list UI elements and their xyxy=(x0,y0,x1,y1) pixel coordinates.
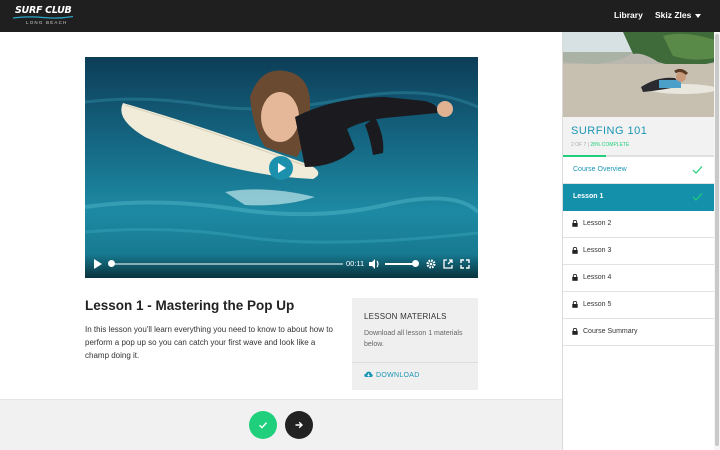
logo-title: SURF CLUB xyxy=(15,5,72,16)
bottom-action-bar xyxy=(0,399,562,450)
progress-separator: | xyxy=(587,142,589,148)
arrow-right-icon xyxy=(295,421,303,429)
video-time: 00:11 xyxy=(346,259,365,268)
fullscreen-icon[interactable] xyxy=(460,259,470,269)
sidebar-item-label: Lesson 2 xyxy=(583,220,612,227)
logo-subtitle: LONG BEACH xyxy=(26,20,68,25)
check-icon xyxy=(692,193,703,201)
course-header: SURFING 101 2 OF 7 | 28% COMPLETE xyxy=(563,117,715,157)
sidebar-item-label: Lesson 3 xyxy=(583,247,612,254)
sidebar-item-label: Lesson 1 xyxy=(573,193,604,200)
lesson-title: Lesson 1 - Mastering the Pop Up xyxy=(85,298,295,313)
page-scrollbar[interactable] xyxy=(714,32,720,450)
materials-title: LESSON MATERIALS xyxy=(364,312,447,321)
nav-library-link[interactable]: Library xyxy=(614,10,643,20)
progress-count: 2 OF 7 xyxy=(571,142,587,148)
lock-icon xyxy=(572,220,578,227)
sidebar-item-course-summary[interactable]: Course Summary xyxy=(563,319,714,346)
progress-percent: 28% COMPLETE xyxy=(590,142,630,148)
logo-wave-icon xyxy=(13,16,73,19)
seek-handle[interactable] xyxy=(108,260,115,267)
settings-gear-icon[interactable] xyxy=(426,259,436,269)
next-lesson-button[interactable] xyxy=(285,411,313,439)
play-icon[interactable] xyxy=(94,259,102,269)
sidebar-item-lesson-1[interactable]: Lesson 1 xyxy=(563,184,714,211)
lesson-description: In this lesson you'll learn everything y… xyxy=(85,325,333,360)
course-thumbnail-image xyxy=(563,32,715,117)
lock-icon xyxy=(572,301,578,308)
sidebar-item-lesson-2[interactable]: Lesson 2 xyxy=(563,211,714,238)
sidebar-item-lesson-3[interactable]: Lesson 3 xyxy=(563,238,714,265)
popout-icon[interactable] xyxy=(443,259,453,269)
play-overlay-button[interactable] xyxy=(269,156,293,180)
sidebar-item-label: Lesson 4 xyxy=(583,274,612,281)
surf-club-logo[interactable]: SURF CLUB LONG BEACH xyxy=(13,5,73,27)
course-progress-text: 2 OF 7 | 28% COMPLETE xyxy=(571,142,629,148)
video-controls: 00:11 xyxy=(85,254,478,278)
sidebar-item-lesson-5[interactable]: Lesson 5 xyxy=(563,292,714,319)
download-link[interactable]: DOWNLOAD xyxy=(364,371,420,379)
materials-text: Download all lesson 1 materials below. xyxy=(364,330,463,348)
sidebar-item-label: Course Summary xyxy=(583,328,638,335)
lock-icon xyxy=(572,274,578,281)
course-sidebar: SURFING 101 2 OF 7 | 28% COMPLETE Course… xyxy=(562,32,715,450)
seek-bar[interactable] xyxy=(111,263,343,265)
volume-handle[interactable] xyxy=(412,260,419,267)
video-player[interactable]: 00:11 xyxy=(85,57,478,278)
download-label: DOWNLOAD xyxy=(376,372,420,379)
check-icon xyxy=(259,422,268,429)
caret-down-icon[interactable] xyxy=(695,14,701,18)
lock-icon xyxy=(572,328,578,335)
lesson-materials-panel: LESSON MATERIALS Download all lesson 1 m… xyxy=(352,298,478,390)
course-title: SURFING 101 xyxy=(571,125,648,137)
sidebar-item-label: Course Overview xyxy=(573,166,627,173)
divider xyxy=(352,362,478,363)
check-icon xyxy=(692,166,703,174)
sidebar-item-lesson-4[interactable]: Lesson 4 xyxy=(563,265,714,292)
lock-icon xyxy=(572,247,578,254)
user-menu[interactable]: Skiz Zles xyxy=(655,10,691,20)
mark-complete-button[interactable] xyxy=(249,411,277,439)
scrollbar-thumb[interactable] xyxy=(715,34,719,446)
cloud-download-icon xyxy=(364,371,373,377)
sidebar-item-course-overview[interactable]: Course Overview xyxy=(563,157,714,184)
volume-icon[interactable] xyxy=(369,259,381,269)
sidebar-item-label: Lesson 5 xyxy=(583,301,612,308)
top-bar: SURF CLUB LONG BEACH Library Skiz Zles xyxy=(0,0,720,32)
